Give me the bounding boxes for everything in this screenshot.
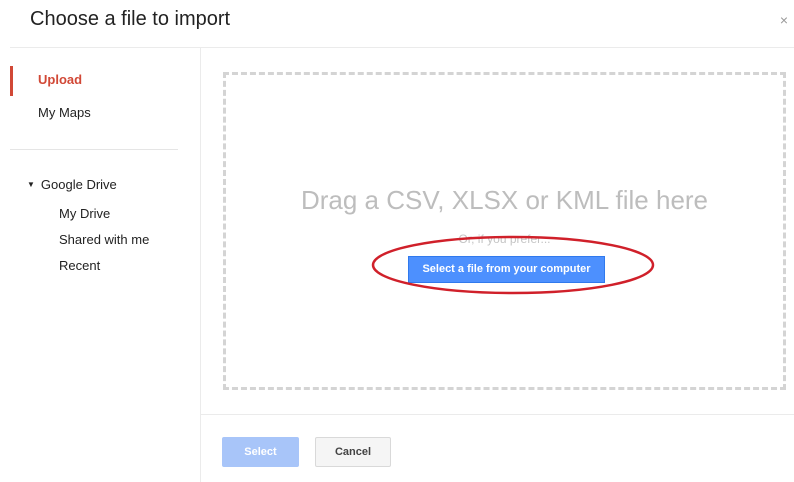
sidebar-border: [200, 48, 201, 482]
select-button[interactable]: Select: [222, 437, 299, 467]
import-dialog: Choose a file to import × Upload My Maps…: [0, 0, 794, 482]
google-drive-label: Google Drive: [40, 177, 117, 192]
cancel-button[interactable]: Cancel: [315, 437, 391, 467]
active-indicator: [10, 66, 13, 96]
drag-instructions: Drag a CSV, XLSX or KML file here: [300, 185, 709, 215]
file-drop-zone[interactable]: Drag a CSV, XLSX or KML file here Or, if…: [223, 72, 786, 390]
triangle-down-icon: ▼: [27, 180, 35, 189]
alternative-text: Or, if you prefer...: [458, 232, 551, 246]
select-file-button[interactable]: Select a file from your computer: [408, 256, 605, 283]
sidebar: Upload My Maps ▼ Google Drive My Drive Sh…: [0, 48, 200, 482]
sidebar-item-upload[interactable]: Upload: [38, 72, 82, 87]
sidebar-item-shared-with-me[interactable]: Shared with me: [59, 232, 149, 247]
close-icon[interactable]: ×: [780, 12, 788, 28]
sidebar-divider: [10, 149, 178, 150]
sidebar-item-google-drive[interactable]: ▼ Google Drive: [27, 177, 117, 192]
sidebar-item-my-maps[interactable]: My Maps: [38, 105, 91, 120]
footer-divider: [200, 414, 794, 415]
sidebar-item-recent[interactable]: Recent: [59, 258, 100, 273]
dialog-title: Choose a file to import: [30, 8, 231, 30]
sidebar-item-my-drive[interactable]: My Drive: [59, 206, 110, 221]
